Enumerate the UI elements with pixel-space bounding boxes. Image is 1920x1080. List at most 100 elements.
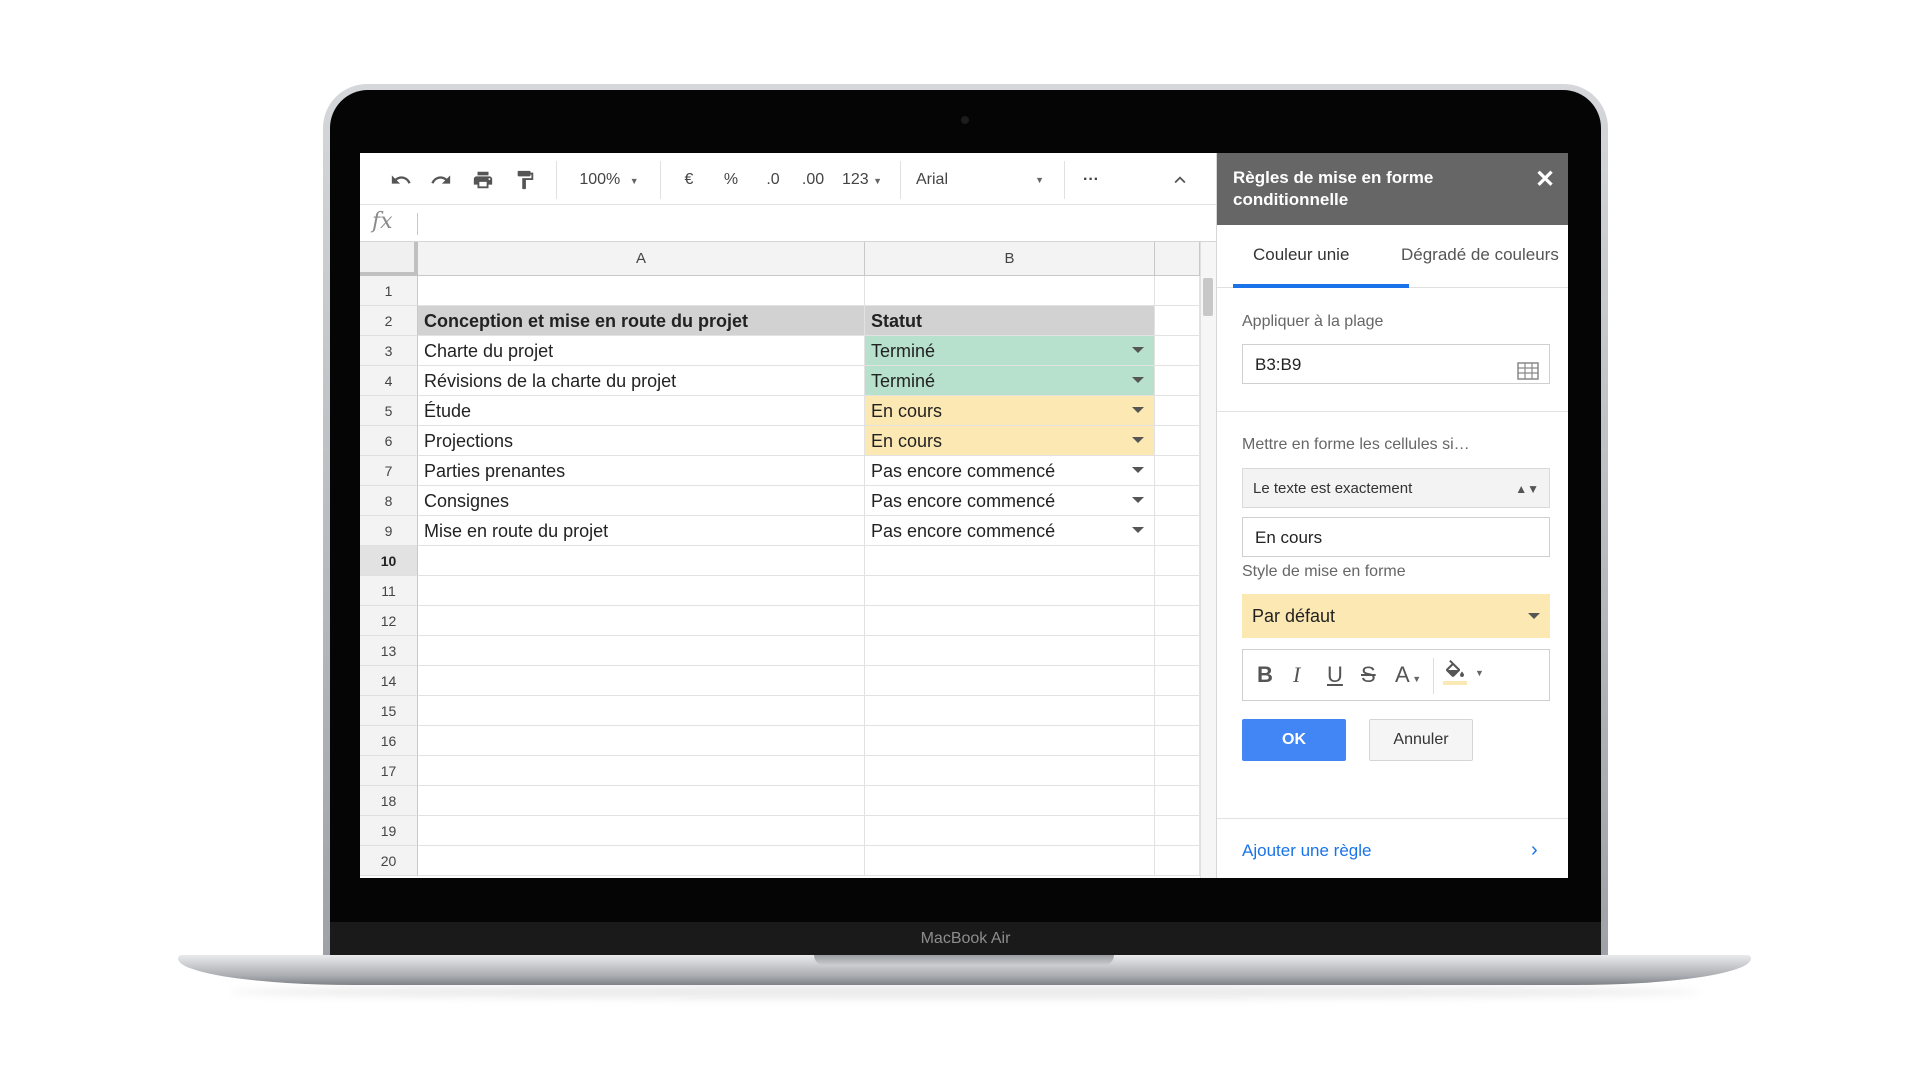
cell-b[interactable] (865, 576, 1155, 606)
row-header[interactable]: 20 (360, 846, 418, 876)
cell-a[interactable]: Consignes (418, 486, 865, 516)
fill-color-button[interactable] (1443, 660, 1467, 692)
condition-text-input[interactable]: En cours (1242, 517, 1550, 557)
row-header[interactable]: 14 (360, 666, 418, 696)
currency-format-button[interactable]: € (678, 167, 700, 193)
cell-c[interactable] (1155, 606, 1200, 636)
cell-c[interactable] (1155, 456, 1200, 486)
range-input[interactable]: B3:B9 (1242, 344, 1550, 384)
cell-b[interactable] (865, 666, 1155, 696)
column-header-b[interactable]: B (865, 242, 1155, 276)
cell-b[interactable] (865, 606, 1155, 636)
cell-a[interactable] (418, 816, 865, 846)
undo-icon[interactable] (388, 167, 414, 193)
cell-c[interactable] (1155, 636, 1200, 666)
row-header[interactable]: 2 (360, 306, 418, 336)
row-header[interactable]: 7 (360, 456, 418, 486)
row-header[interactable]: 11 (360, 576, 418, 606)
cell-c[interactable] (1155, 426, 1200, 456)
redo-icon[interactable] (428, 167, 454, 193)
italic-button[interactable]: I (1293, 662, 1300, 688)
cell-a[interactable] (418, 726, 865, 756)
cell-b[interactable] (865, 726, 1155, 756)
status-dropdown-cell[interactable]: Terminé (865, 366, 1155, 396)
paint-format-icon[interactable] (512, 167, 538, 193)
strikethrough-button[interactable]: S (1361, 662, 1376, 688)
row-header[interactable]: 17 (360, 756, 418, 786)
cell-b[interactable] (865, 816, 1155, 846)
row-header[interactable]: 5 (360, 396, 418, 426)
row-header[interactable]: 3 (360, 336, 418, 366)
underline-button[interactable]: U (1327, 662, 1343, 688)
cell-a[interactable]: Mise en route du projet (418, 516, 865, 546)
row-header[interactable]: 6 (360, 426, 418, 456)
grid-select-icon[interactable] (1517, 355, 1539, 395)
close-icon[interactable]: ✕ (1535, 165, 1555, 194)
cell-a[interactable]: Révisions de la charte du projet (418, 366, 865, 396)
decrease-decimals-button[interactable]: .0 (758, 167, 788, 193)
column-header-a[interactable]: A (418, 242, 865, 276)
cell-a[interactable] (418, 636, 865, 666)
cell-c[interactable] (1155, 696, 1200, 726)
cell-b[interactable] (865, 276, 1155, 306)
formula-input[interactable] (426, 213, 1196, 235)
cell-c[interactable] (1155, 666, 1200, 696)
cell-c[interactable] (1155, 816, 1200, 846)
cell-b[interactable]: Statut (865, 306, 1155, 336)
style-select[interactable]: Par défaut (1242, 594, 1550, 638)
scrollbar-thumb[interactable] (1203, 278, 1213, 316)
increase-decimals-button[interactable]: .00 (796, 167, 830, 193)
row-header[interactable]: 10 (360, 546, 418, 576)
row-header[interactable]: 8 (360, 486, 418, 516)
more-icon[interactable]: ··· (1076, 167, 1106, 193)
status-dropdown-cell[interactable]: Terminé (865, 336, 1155, 366)
percent-format-button[interactable]: % (720, 167, 742, 193)
cell-a[interactable]: Conception et mise en route du projet (418, 306, 865, 336)
cell-a[interactable] (418, 666, 865, 696)
cell-b[interactable] (865, 636, 1155, 666)
cell-a[interactable]: Charte du projet (418, 336, 865, 366)
cell-b[interactable] (865, 846, 1155, 876)
cell-c[interactable] (1155, 726, 1200, 756)
font-select[interactable]: Arial ▼ (916, 167, 1050, 193)
row-header[interactable]: 4 (360, 366, 418, 396)
select-all-corner[interactable] (360, 242, 418, 276)
cell-b[interactable] (865, 756, 1155, 786)
cell-b[interactable] (865, 786, 1155, 816)
cell-c[interactable] (1155, 756, 1200, 786)
number-format-select[interactable]: 123 ▼ (838, 167, 886, 193)
cell-c[interactable] (1155, 786, 1200, 816)
tab-solid-color[interactable]: Couleur unie (1253, 245, 1349, 265)
row-header[interactable]: 13 (360, 636, 418, 666)
status-dropdown-cell[interactable]: En cours (865, 426, 1155, 456)
add-rule-link[interactable]: Ajouter une règle (1242, 841, 1371, 861)
cell-c[interactable] (1155, 276, 1200, 306)
cell-a[interactable]: Parties prenantes (418, 456, 865, 486)
row-header[interactable]: 18 (360, 786, 418, 816)
row-header[interactable]: 19 (360, 816, 418, 846)
ok-button[interactable]: OK (1242, 719, 1346, 761)
cell-a[interactable] (418, 696, 865, 726)
cancel-button[interactable]: Annuler (1369, 719, 1473, 761)
row-header[interactable]: 9 (360, 516, 418, 546)
cell-c[interactable] (1155, 336, 1200, 366)
collapse-toolbar-icon[interactable] (1168, 167, 1192, 193)
cell-a[interactable] (418, 606, 865, 636)
cell-b[interactable] (865, 546, 1155, 576)
cell-c[interactable] (1155, 546, 1200, 576)
cell-c[interactable] (1155, 306, 1200, 336)
cell-c[interactable] (1155, 846, 1200, 876)
column-header-c[interactable] (1155, 242, 1200, 276)
zoom-select[interactable]: 100% ▼ (573, 167, 645, 193)
print-icon[interactable] (470, 167, 496, 193)
status-dropdown-cell[interactable]: Pas encore commencé (865, 456, 1155, 486)
tab-color-scale[interactable]: Dégradé de couleurs (1401, 245, 1559, 265)
cell-c[interactable] (1155, 396, 1200, 426)
cell-a[interactable] (418, 756, 865, 786)
row-header[interactable]: 15 (360, 696, 418, 726)
condition-select[interactable]: Le texte est exactement ▲▼ (1242, 468, 1550, 508)
row-header[interactable]: 12 (360, 606, 418, 636)
row-header[interactable]: 16 (360, 726, 418, 756)
cell-a[interactable]: Projections (418, 426, 865, 456)
text-color-button[interactable]: A ▼ (1395, 662, 1421, 688)
